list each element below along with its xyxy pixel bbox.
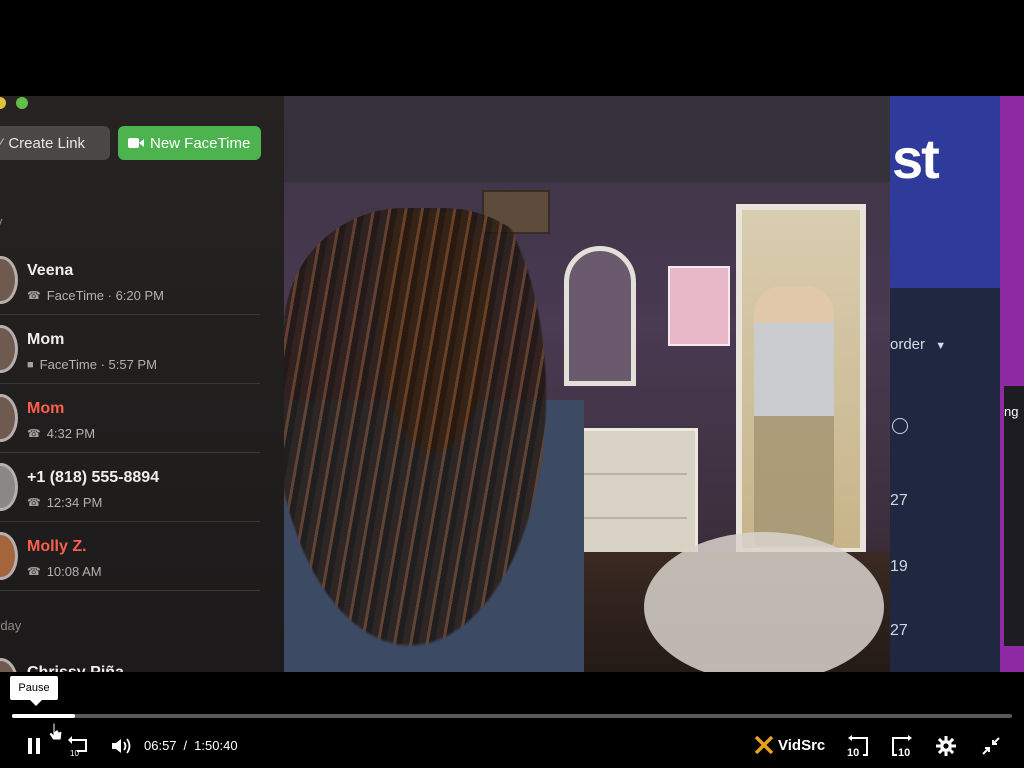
exit-fullscreen-icon bbox=[982, 737, 1000, 755]
call-name: Mom bbox=[27, 331, 65, 348]
video-camera-icon bbox=[128, 138, 144, 148]
browser-banner: st bbox=[890, 96, 1000, 288]
link-icon: ∕ bbox=[0, 135, 3, 151]
create-link-button[interactable]: ∕ Create Link bbox=[0, 126, 110, 160]
mouse-pointer-icon bbox=[48, 722, 63, 741]
section-yesterday: rday bbox=[0, 618, 22, 633]
rewind-10-button[interactable]: 10 bbox=[66, 734, 92, 758]
skip-back-10-button[interactable]: 10 bbox=[844, 734, 872, 758]
phone-icon: ☎ bbox=[27, 428, 41, 440]
facetime-panel: ∕ Create Link New FaceTime y Veena ☎ Face… bbox=[0, 96, 284, 672]
phone-icon: ☎ bbox=[27, 290, 41, 302]
video-camera-icon: ■ bbox=[27, 358, 34, 371]
pause-tooltip: Pause bbox=[10, 676, 58, 706]
zoom-dot-icon bbox=[16, 97, 29, 109]
create-link-label: Create Link bbox=[8, 134, 86, 152]
new-facetime-button[interactable]: New FaceTime bbox=[118, 126, 261, 160]
phone-icon: ☎ bbox=[27, 566, 41, 578]
vidsrc-logo-icon bbox=[754, 736, 774, 754]
scene-girl-braids bbox=[284, 208, 564, 672]
scene-ceiling bbox=[284, 96, 890, 182]
scene-poster bbox=[668, 266, 730, 346]
svg-text:10: 10 bbox=[847, 747, 859, 757]
skip-forward-10-icon: 10 bbox=[892, 735, 912, 757]
volume-button[interactable] bbox=[110, 734, 134, 758]
avatar bbox=[0, 256, 18, 304]
banner-text: st bbox=[892, 127, 940, 190]
video-scene bbox=[284, 96, 890, 672]
new-facetime-label: New FaceTime bbox=[150, 134, 251, 152]
minimize-dot-icon bbox=[0, 97, 6, 109]
rewind-10-icon: 10 bbox=[68, 736, 87, 757]
vidsrc-logo[interactable]: VidSrc bbox=[754, 736, 825, 754]
avatar bbox=[0, 463, 18, 511]
video-frame[interactable]: ∕ Create Link New FaceTime y Veena ☎ Face… bbox=[0, 96, 1024, 672]
svg-text:10: 10 bbox=[898, 747, 910, 757]
row-value: 27 bbox=[890, 492, 908, 509]
call-name: Mom bbox=[27, 400, 65, 417]
time-separator: / bbox=[183, 738, 188, 753]
skip-forward-10-button[interactable]: 10 bbox=[888, 734, 916, 758]
row-value: 27 bbox=[890, 622, 908, 639]
played-bar bbox=[12, 714, 75, 718]
call-detail: FaceTime · 5:57 PM bbox=[39, 357, 157, 372]
progress-bar[interactable] bbox=[12, 714, 1012, 718]
volume-icon bbox=[112, 738, 131, 754]
purple-strip-panel bbox=[1004, 386, 1024, 646]
svg-text:10: 10 bbox=[70, 749, 79, 757]
caret-down-icon: ▼ bbox=[935, 340, 947, 352]
browser-panel: st order ▼ 27 19 27 bbox=[890, 96, 1000, 672]
call-name: Molly Z. bbox=[27, 538, 87, 555]
call-item[interactable]: Molly Z. ☎ 10:08 AM bbox=[0, 522, 260, 591]
brand-label: VidSrc bbox=[778, 736, 826, 754]
purple-strip-text: ng bbox=[1004, 404, 1019, 419]
call-item[interactable]: Veena ☎ FaceTime · 6:20 PM bbox=[0, 246, 260, 315]
call-name: Veena bbox=[27, 262, 74, 279]
call-item[interactable]: Mom ■ FaceTime · 5:57 PM bbox=[0, 315, 260, 384]
call-item[interactable]: Mom ☎ 4:32 PM bbox=[0, 384, 260, 453]
avatar bbox=[0, 394, 18, 442]
section-today: y bbox=[0, 214, 3, 229]
call-detail: FaceTime · 6:20 PM bbox=[46, 288, 164, 303]
time-display: 06:57 / 1:50:40 bbox=[144, 738, 238, 753]
phone-icon: ☎ bbox=[27, 497, 41, 509]
exit-fullscreen-button[interactable] bbox=[980, 734, 1002, 758]
duration: 1:50:40 bbox=[194, 738, 238, 753]
avatar bbox=[0, 658, 18, 672]
row-value: 19 bbox=[890, 558, 908, 575]
current-time: 06:57 bbox=[144, 738, 177, 753]
pause-icon bbox=[28, 738, 40, 754]
call-item[interactable]: +1 (818) 555-8894 ☎ 12:34 PM bbox=[0, 453, 260, 522]
window-controls bbox=[0, 96, 34, 109]
settings-button[interactable] bbox=[934, 734, 958, 758]
scene-rug bbox=[644, 532, 884, 672]
avatar bbox=[0, 532, 18, 580]
call-detail: 12:34 PM bbox=[46, 495, 103, 510]
call-detail: 4:32 PM bbox=[46, 426, 96, 441]
sort-label: order bbox=[890, 336, 926, 353]
sort-dropdown: order ▼ bbox=[890, 336, 946, 353]
avatar bbox=[0, 325, 18, 373]
gear-icon bbox=[936, 736, 956, 756]
scene-man-in-doorway bbox=[754, 286, 834, 546]
call-name: Chrissy Piña bbox=[27, 664, 124, 672]
call-detail: 10:08 AM bbox=[46, 564, 102, 579]
call-item[interactable]: Chrissy Piña bbox=[0, 648, 260, 672]
clock-icon bbox=[892, 418, 908, 434]
skip-back-10-icon: 10 bbox=[847, 735, 868, 757]
pause-button[interactable] bbox=[22, 734, 46, 758]
purple-strip: ng bbox=[1000, 96, 1024, 672]
call-name: +1 (818) 555-8894 bbox=[27, 469, 160, 486]
